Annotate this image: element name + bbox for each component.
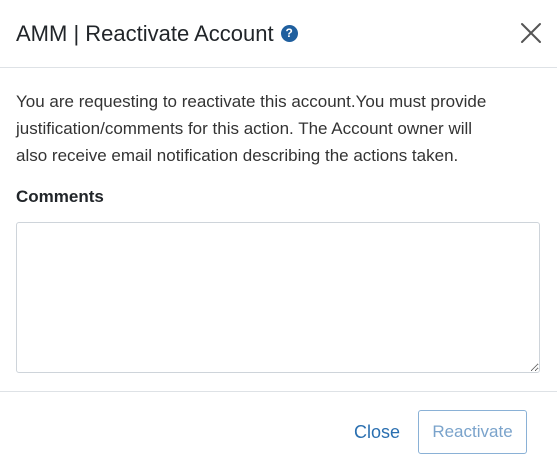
dialog-header: AMM | Reactivate Account? [0,0,557,68]
message-line-3: also receive email notification describi… [16,146,459,165]
comments-textarea[interactable] [16,222,540,373]
message-line-2: justification/comments for this action. … [16,119,473,138]
reactivate-button[interactable]: Reactivate [418,410,527,454]
footer-divider [0,391,557,392]
close-button[interactable]: Close [351,418,403,446]
message-line-1: You are requesting to reactivate this ac… [16,92,487,111]
dialog-title-text: AMM | Reactivate Account [16,21,274,46]
reactivation-message: You are requesting to reactivate this ac… [16,88,541,169]
reactivate-account-dialog: AMM | Reactivate Account? You are reques… [0,0,557,469]
close-icon[interactable] [519,21,543,45]
comments-label: Comments [16,187,104,206]
help-icon[interactable]: ? [280,25,298,43]
dialog-title: AMM | Reactivate Account? [16,19,298,49]
dialog-body: You are requesting to reactivate this ac… [16,88,541,208]
close-x-glyph [521,23,541,43]
